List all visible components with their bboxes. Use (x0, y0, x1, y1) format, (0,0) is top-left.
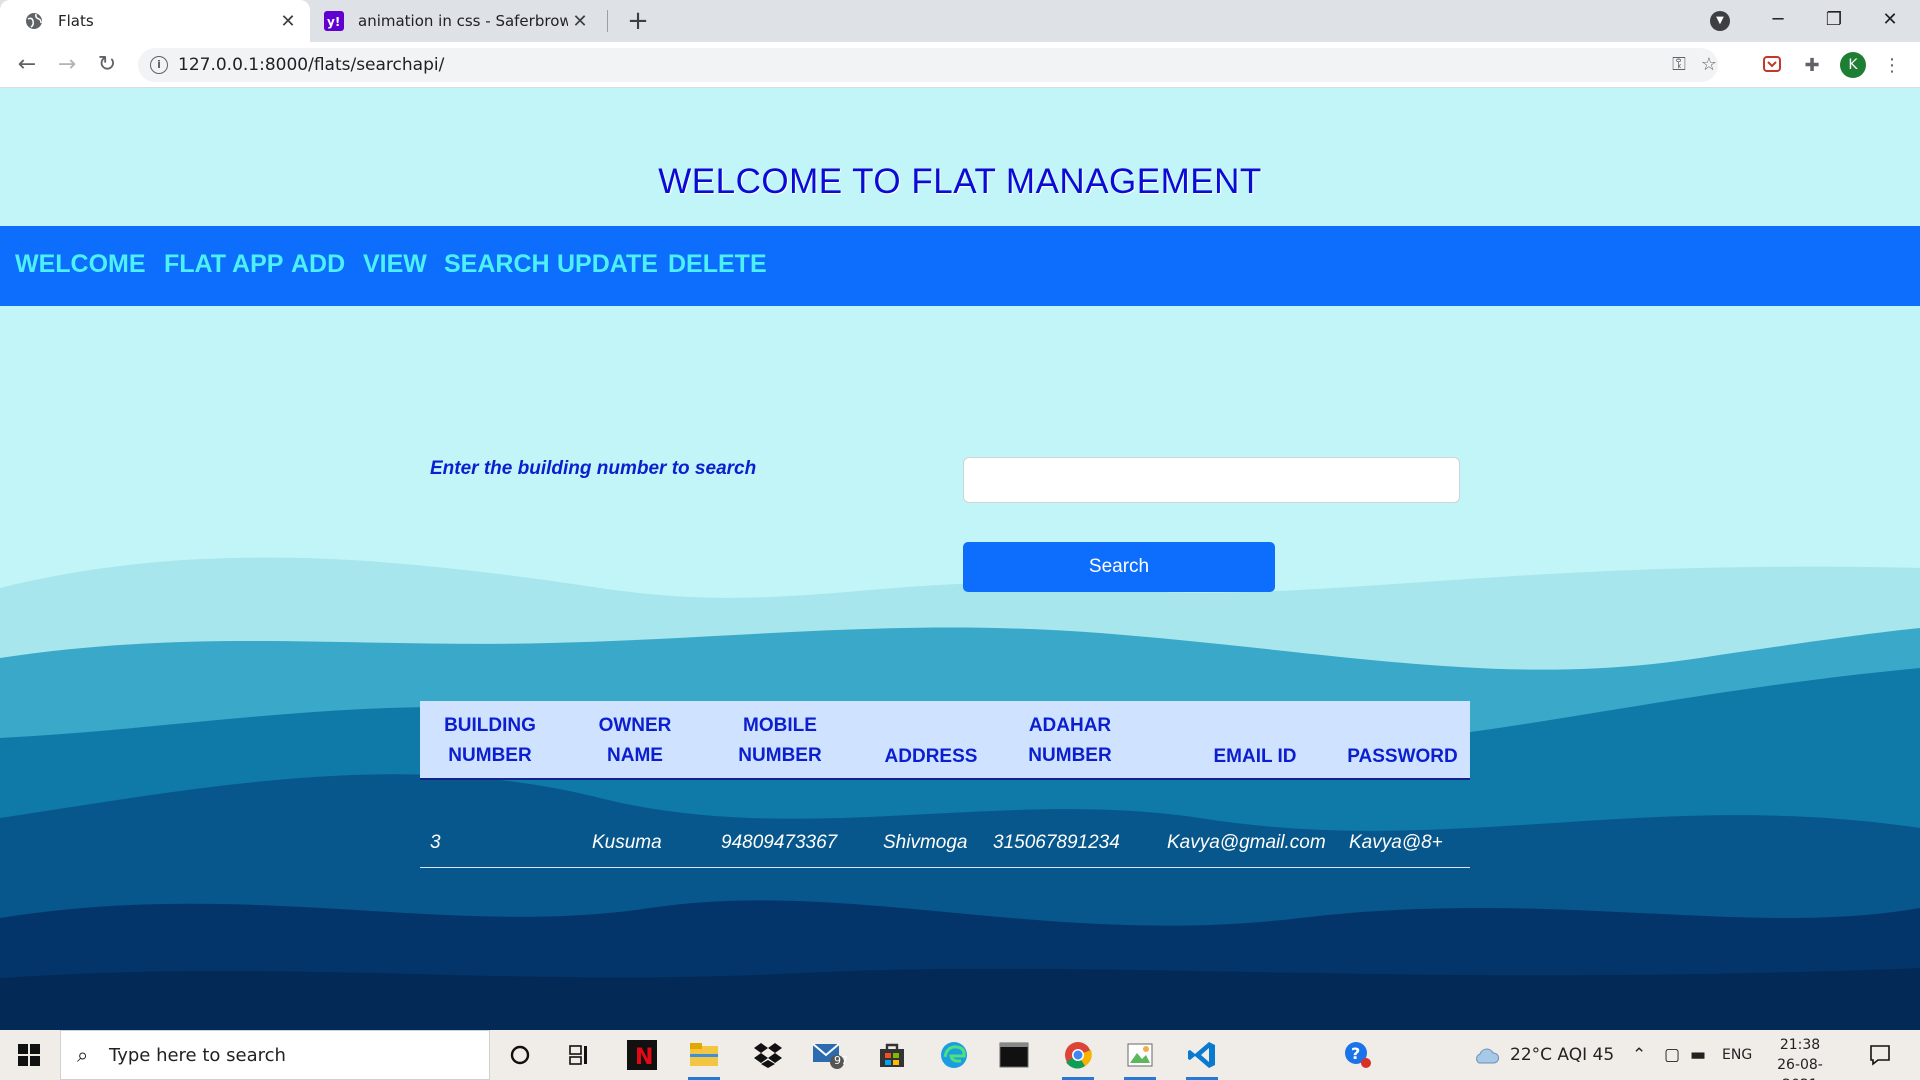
clock-date: 26-08-2021 (1777, 1057, 1823, 1080)
vscode-icon[interactable] (1184, 1038, 1220, 1080)
info-icon[interactable]: i (150, 56, 168, 74)
browser-tabstrip: Flats ✕ y! animation in css - Saferbrows… (0, 0, 1920, 42)
column-header-mobile-number: MOBILE NUMBER (738, 714, 822, 766)
back-arrow-icon[interactable]: ← (12, 50, 42, 80)
meet-now-icon[interactable]: ▢ (1664, 1030, 1680, 1080)
pocket-extension-icon[interactable] (1760, 54, 1784, 78)
terminal-icon[interactable] (996, 1038, 1032, 1072)
task-view-icon[interactable] (562, 1038, 598, 1072)
battery-icon[interactable]: ▬ (1690, 1030, 1706, 1080)
cell-mobile-number: 94809473367 (721, 832, 838, 853)
svg-text:N: N (635, 1045, 653, 1070)
tab-flats[interactable]: Flats ✕ (0, 0, 310, 42)
url-text: 127.0.0.1:8000/flats/searchapi/ (178, 55, 445, 75)
nav-welcome[interactable]: WELCOME (15, 250, 146, 279)
main-navbar: WELCOME FLAT APP ADD VIEW SEARCH UPDATE … (0, 226, 1920, 306)
nav-flat-app[interactable]: FLAT APP (164, 250, 283, 279)
cell-password: Kavya@8+ (1349, 832, 1443, 853)
search-button[interactable]: Search (963, 542, 1275, 592)
close-tab-icon[interactable]: ✕ (276, 11, 300, 32)
netflix-icon[interactable]: N (624, 1038, 660, 1072)
minimize-button[interactable]: ─ (1750, 0, 1806, 42)
key-icon[interactable]: ⚿ (1668, 54, 1690, 76)
nav-delete[interactable]: DELETE (668, 250, 767, 279)
extensions-puzzle-icon[interactable]: ✚ (1800, 54, 1824, 78)
file-explorer-icon[interactable] (686, 1038, 722, 1080)
system-clock[interactable]: 21:38 26-08-2021 (1760, 1035, 1840, 1080)
tab-title: animation in css - Saferbrowser Y (358, 12, 568, 30)
help-icon[interactable]: ? (1340, 1038, 1376, 1072)
yahoo-icon: y! (324, 11, 344, 31)
close-window-button[interactable]: ✕ (1862, 0, 1918, 42)
column-header-owner-name: OWNER NAME (598, 714, 672, 766)
taskbar-search-box[interactable]: ⌕ Type here to search (60, 1030, 490, 1080)
address-bar[interactable]: i 127.0.0.1:8000/flats/searchapi/ ⚿ ☆ (138, 48, 1718, 82)
notification-center-icon[interactable] (1862, 1038, 1898, 1072)
cell-address: Shivmoga (883, 832, 968, 853)
nav-search[interactable]: SEARCH (444, 250, 550, 279)
mail-unread-badge: 97 (834, 1054, 848, 1067)
search-label: Enter the building number to search (430, 458, 757, 479)
column-header-address: ADDRESS (884, 746, 978, 767)
forward-arrow-icon[interactable]: → (52, 50, 82, 80)
svg-text:?: ? (1351, 1044, 1360, 1063)
edge-icon[interactable] (936, 1038, 972, 1072)
column-header-password: PASSWORD (1347, 746, 1458, 767)
column-header-building-number: BUILDING NUMBER (444, 714, 536, 766)
tab-title: Flats (58, 12, 94, 30)
language-indicator[interactable]: ENG (1722, 1030, 1752, 1080)
cell-building-number: 3 (430, 832, 441, 853)
show-hidden-icons-chevron-icon[interactable]: ⌃ (1632, 1030, 1646, 1080)
store-icon[interactable] (874, 1038, 910, 1072)
page-title: WELCOME TO FLAT MANAGEMENT (658, 162, 1262, 201)
nav-add[interactable]: ADD (291, 250, 345, 279)
taskbar-search-placeholder: Type here to search (109, 1045, 286, 1066)
cell-email-id: Kavya@gmail.com (1167, 832, 1326, 853)
image-editor-icon[interactable] (1122, 1038, 1158, 1080)
windows-start-icon[interactable] (18, 1044, 40, 1066)
clock-time: 21:38 (1779, 1037, 1821, 1053)
table-header: BUILDING NUMBER OWNER NAME MOBILE NUMBER AD… (420, 701, 1470, 780)
reload-icon[interactable]: ↻ (92, 50, 122, 80)
table-row: 3 Kusuma 94809473367 Shivmoga 3150678912… (420, 818, 1470, 868)
star-icon[interactable]: ☆ (1698, 54, 1720, 76)
svg-text:y!: y! (327, 15, 340, 29)
dropbox-icon[interactable] (750, 1038, 786, 1072)
new-tab-button[interactable]: + (622, 4, 654, 38)
tab-divider (607, 10, 608, 32)
weather-status[interactable]: 22°C AQI 45 (1510, 1030, 1614, 1080)
nav-update[interactable]: UPDATE (557, 250, 658, 279)
restore-button[interactable]: ❐ (1806, 0, 1862, 42)
tab-search-icon[interactable]: ▼ (1710, 11, 1730, 31)
profile-avatar[interactable]: K (1840, 52, 1866, 78)
nav-view[interactable]: VIEW (363, 250, 427, 279)
browser-toolbar: ← → ↻ i 127.0.0.1:8000/flats/searchapi/ … (0, 42, 1920, 88)
more-menu-icon[interactable]: ⋮ (1880, 54, 1904, 78)
cell-owner-name: Kusuma (592, 832, 662, 853)
cortana-icon[interactable] (502, 1038, 538, 1072)
column-header-email-id: EMAIL ID (1213, 746, 1297, 767)
tab-animation-css[interactable]: y! animation in css - Saferbrowser Y ✕ (312, 0, 602, 42)
building-number-input[interactable] (963, 457, 1460, 503)
globe-icon (24, 11, 44, 31)
column-header-adahar-number: ADAHAR NUMBER (1028, 714, 1112, 766)
cell-adahar-number: 315067891234 (993, 832, 1120, 853)
chrome-icon[interactable] (1060, 1038, 1096, 1080)
web-page: WELCOME TO FLAT MANAGEMENT WELCOME FLAT … (0, 88, 1920, 1030)
mail-icon[interactable]: 97 (810, 1038, 848, 1072)
weather-cloud-icon (1468, 1038, 1504, 1072)
close-tab-icon[interactable]: ✕ (568, 11, 592, 32)
windows-taskbar: ⌕ Type here to search N 97 ? 22°C AQI 45… (0, 1030, 1920, 1080)
search-icon: ⌕ (77, 1043, 89, 1067)
